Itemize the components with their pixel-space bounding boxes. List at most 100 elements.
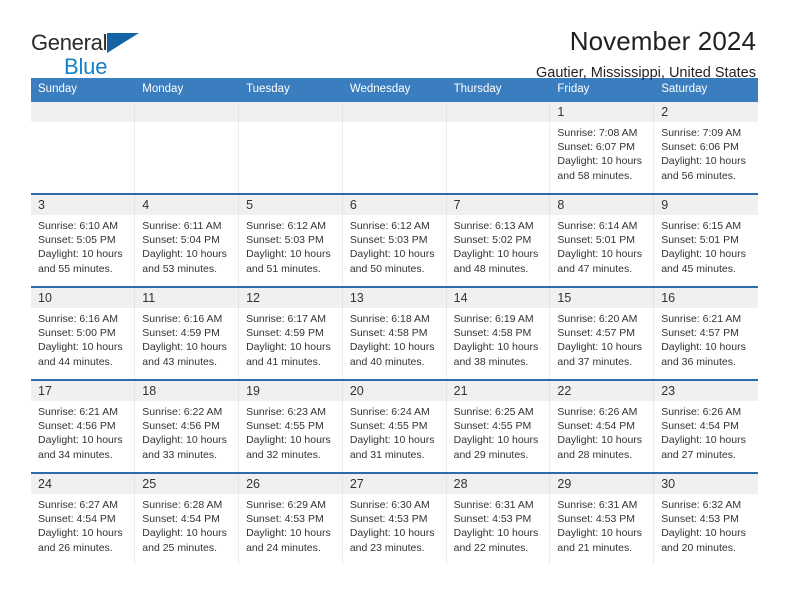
logo-text-blue: Blue (64, 54, 108, 79)
day-cell[interactable]: Sunrise: 6:30 AM Sunset: 4:53 PM Daylight:… (342, 494, 447, 565)
daylight-text: Daylight: 10 hours and 26 minutes. (38, 527, 123, 554)
day-cell[interactable]: Sunrise: 6:17 AM Sunset: 4:59 PM Daylight:… (238, 308, 343, 379)
sunrise-text: Sunrise: 6:21 AM (38, 406, 118, 418)
day-number: 19 (238, 381, 343, 401)
day-cell[interactable]: Sunrise: 6:15 AM Sunset: 5:01 PM Daylight:… (653, 215, 758, 286)
day-number: 6 (342, 195, 447, 215)
sunrise-text: Sunrise: 6:31 AM (557, 499, 638, 511)
day-cell[interactable]: Sunrise: 6:18 AM Sunset: 4:58 PM Daylight:… (342, 308, 447, 379)
day-cell[interactable]: Sunrise: 6:26 AM Sunset: 4:54 PM Daylight:… (653, 401, 758, 472)
general-blue-logo[interactable]: General Blue (31, 26, 140, 79)
sunset-text: Sunset: 4:54 PM (557, 420, 636, 433)
sunset-text: Sunset: 4:59 PM (142, 327, 220, 340)
day-number: 7 (446, 195, 551, 215)
sunset-text: Sunset: 4:54 PM (38, 513, 116, 526)
day-cell[interactable]: Sunrise: 6:12 AM Sunset: 5:03 PM Daylight:… (238, 215, 343, 286)
day-cell-empty (446, 122, 551, 193)
day-cell[interactable]: Sunrise: 6:21 AM Sunset: 4:56 PM Daylight:… (31, 401, 136, 472)
week-daynumber-row: 3456789 (31, 195, 758, 215)
day-cell[interactable]: Sunrise: 6:27 AM Sunset: 4:54 PM Daylight:… (31, 494, 136, 565)
sunrise-text: Sunrise: 6:27 AM (38, 499, 118, 511)
daylight-text: Daylight: 10 hours and 48 minutes. (453, 248, 539, 275)
day-cell[interactable]: Sunrise: 6:29 AM Sunset: 4:53 PM Daylight:… (238, 494, 343, 565)
sunrise-text: Sunrise: 6:24 AM (349, 406, 430, 418)
daylight-text: Daylight: 10 hours and 44 minutes. (38, 341, 123, 368)
sunset-text: Sunset: 4:53 PM (349, 513, 428, 526)
week-detail-row: Sunrise: 6:10 AM Sunset: 5:05 PM Daylight:… (31, 215, 758, 286)
sunrise-text: Sunrise: 6:31 AM (453, 499, 534, 511)
day-cell[interactable]: Sunrise: 6:32 AM Sunset: 4:53 PM Daylight:… (653, 494, 758, 565)
day-number: 15 (549, 288, 655, 308)
sunset-text: Sunset: 5:02 PM (453, 234, 532, 247)
daylight-text: Daylight: 10 hours and 38 minutes. (453, 341, 539, 368)
day-number: 18 (134, 381, 240, 401)
sunrise-text: Sunrise: 6:18 AM (349, 313, 430, 325)
day-cell-empty (342, 122, 447, 193)
day-cell[interactable]: Sunrise: 6:10 AM Sunset: 5:05 PM Daylight:… (31, 215, 136, 286)
sunrise-text: Sunrise: 7:08 AM (557, 127, 638, 139)
sunrise-text: Sunrise: 6:25 AM (453, 406, 534, 418)
day-cell[interactable]: Sunrise: 7:09 AM Sunset: 6:06 PM Daylight:… (653, 122, 758, 193)
day-cell[interactable]: Sunrise: 6:12 AM Sunset: 5:03 PM Daylight:… (342, 215, 447, 286)
day-number: 20 (342, 381, 447, 401)
sunrise-text: Sunrise: 6:28 AM (142, 499, 223, 511)
daylight-text: Daylight: 10 hours and 40 minutes. (349, 341, 435, 368)
day-cell[interactable]: Sunrise: 6:11 AM Sunset: 5:04 PM Daylight:… (134, 215, 240, 286)
day-number: 21 (446, 381, 551, 401)
day-cell[interactable]: Sunrise: 6:24 AM Sunset: 4:55 PM Daylight:… (342, 401, 447, 472)
day-cell[interactable]: Sunrise: 7:08 AM Sunset: 6:07 PM Daylight:… (549, 122, 655, 193)
day-number: 30 (653, 474, 758, 494)
day-number: 22 (549, 381, 655, 401)
day-cell[interactable]: Sunrise: 6:14 AM Sunset: 5:01 PM Daylight:… (549, 215, 655, 286)
day-cell[interactable]: Sunrise: 6:31 AM Sunset: 4:53 PM Daylight:… (446, 494, 551, 565)
day-number-empty (31, 102, 136, 122)
day-cell[interactable]: Sunrise: 6:21 AM Sunset: 4:57 PM Daylight:… (653, 308, 758, 379)
day-number: 29 (549, 474, 655, 494)
sunset-text: Sunset: 4:58 PM (453, 327, 532, 340)
sunrise-text: Sunrise: 6:10 AM (38, 220, 118, 232)
sunset-text: Sunset: 4:53 PM (453, 513, 532, 526)
day-cell[interactable]: Sunrise: 6:19 AM Sunset: 4:58 PM Daylight:… (446, 308, 551, 379)
day-number: 9 (653, 195, 758, 215)
day-cell[interactable]: Sunrise: 6:22 AM Sunset: 4:56 PM Daylight:… (134, 401, 240, 472)
daylight-text: Daylight: 10 hours and 25 minutes. (142, 527, 227, 554)
day-cell[interactable]: Sunrise: 6:23 AM Sunset: 4:55 PM Daylight:… (238, 401, 343, 472)
day-cell[interactable]: Sunrise: 6:13 AM Sunset: 5:02 PM Daylight:… (446, 215, 551, 286)
sunrise-text: Sunrise: 6:15 AM (661, 220, 742, 232)
day-cell[interactable]: Sunrise: 6:31 AM Sunset: 4:53 PM Daylight:… (549, 494, 655, 565)
sunset-text: Sunset: 5:03 PM (349, 234, 428, 247)
sunset-text: Sunset: 4:53 PM (246, 513, 324, 526)
daylight-text: Daylight: 10 hours and 28 minutes. (557, 434, 643, 461)
day-number: 17 (31, 381, 136, 401)
calendar-page: General Blue November 2024 Gautier, Miss… (0, 0, 792, 612)
day-number-empty (446, 102, 551, 122)
sunrise-text: Sunrise: 6:12 AM (246, 220, 327, 232)
daylight-text: Daylight: 10 hours and 34 minutes. (38, 434, 123, 461)
day-cell[interactable]: Sunrise: 6:25 AM Sunset: 4:55 PM Daylight:… (446, 401, 551, 472)
sunrise-text: Sunrise: 6:29 AM (246, 499, 327, 511)
day-number: 12 (238, 288, 343, 308)
daylight-text: Daylight: 10 hours and 58 minutes. (557, 155, 643, 182)
day-number: 14 (446, 288, 551, 308)
sunrise-text: Sunrise: 6:16 AM (38, 313, 118, 325)
day-cell[interactable]: Sunrise: 6:16 AM Sunset: 4:59 PM Daylight:… (134, 308, 240, 379)
weekday-header-thursday: Thursday (446, 78, 551, 100)
sunset-text: Sunset: 4:55 PM (453, 420, 532, 433)
day-number: 3 (31, 195, 136, 215)
day-number-empty (238, 102, 343, 122)
sunset-text: Sunset: 5:05 PM (38, 234, 116, 247)
sunset-text: Sunset: 4:54 PM (661, 420, 739, 433)
daylight-text: Daylight: 10 hours and 33 minutes. (142, 434, 227, 461)
daylight-text: Daylight: 10 hours and 23 minutes. (349, 527, 435, 554)
daylight-text: Daylight: 10 hours and 21 minutes. (557, 527, 643, 554)
daylight-text: Daylight: 10 hours and 50 minutes. (349, 248, 435, 275)
day-number: 23 (653, 381, 758, 401)
location-subtitle: Gautier, Mississippi, United States (535, 65, 756, 81)
day-cell[interactable]: Sunrise: 6:16 AM Sunset: 5:00 PM Daylight:… (31, 308, 136, 379)
day-cell[interactable]: Sunrise: 6:26 AM Sunset: 4:54 PM Daylight:… (549, 401, 655, 472)
sunset-text: Sunset: 6:06 PM (661, 141, 739, 154)
day-cell[interactable]: Sunrise: 6:28 AM Sunset: 4:54 PM Daylight:… (134, 494, 240, 565)
sunset-text: Sunset: 5:00 PM (38, 327, 116, 340)
day-number: 10 (31, 288, 136, 308)
day-cell[interactable]: Sunrise: 6:20 AM Sunset: 4:57 PM Daylight:… (549, 308, 655, 379)
